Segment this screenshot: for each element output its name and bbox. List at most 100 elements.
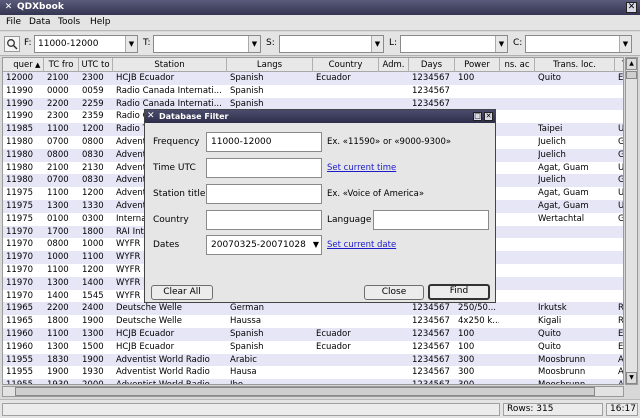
dates-select[interactable]: 20070325-20071028 ▼ xyxy=(206,235,322,255)
station-title-input[interactable] xyxy=(206,184,322,204)
cell-trans-loc: Taipei xyxy=(538,124,563,135)
cell-freq: 11955 xyxy=(6,354,34,365)
cell-t: Ur xyxy=(618,200,624,211)
table-row[interactable]: 11955 1830 1900 Adventist World Radio Arabic… xyxy=(3,353,623,367)
language-input[interactable] xyxy=(373,210,489,230)
cell-time-to: 2259 xyxy=(82,98,104,109)
cell-freq: 12000 xyxy=(6,73,34,83)
cell-days: 1234567 xyxy=(412,341,450,352)
station-filter-select[interactable]: ▼ xyxy=(279,35,384,53)
cell-t: E xyxy=(618,73,624,83)
cell-time-from: 1100 xyxy=(47,124,69,135)
cell-time-from: 2100 xyxy=(47,73,69,83)
column-header-t[interactable]: T xyxy=(615,58,623,72)
language-filter-select[interactable]: ▼ xyxy=(400,35,508,53)
scroll-down-icon[interactable]: ▼ xyxy=(626,372,637,384)
cell-time-to: 0059 xyxy=(82,85,104,96)
cell-langs: Spanish xyxy=(230,341,264,352)
table-row[interactable]: 11960 1100 1300 HCJB Ecuador Spanish Ecuador 1… xyxy=(3,327,624,341)
cell-time-to: 1900 xyxy=(82,316,104,327)
table-row[interactable]: 11955 1900 1930 Adventist World Radio Hausa 1… xyxy=(3,366,623,379)
column-header-trans-loc[interactable]: Trans. loc. xyxy=(535,58,615,72)
set-current-date-link[interactable]: Set current date xyxy=(327,240,396,250)
country-input[interactable] xyxy=(206,210,322,230)
cell-langs: Spanish xyxy=(230,328,264,339)
cell-days: 1234567 xyxy=(412,367,450,378)
chevron-down-icon: ▼ xyxy=(248,36,260,52)
cell-station: HCJB Ecuador xyxy=(116,328,175,339)
column-header-country[interactable]: Country xyxy=(313,58,379,72)
close-icon[interactable]: ✕ xyxy=(484,112,493,121)
window-close-button[interactable]: ✕ xyxy=(626,2,637,13)
column-header-days[interactable]: Days xyxy=(409,58,455,72)
time-filter-select[interactable]: ▼ xyxy=(153,35,261,53)
cell-t: Rw xyxy=(618,316,624,327)
table-row[interactable]: 11955 1930 2000 Adventist World Radio Ibo 123… xyxy=(3,379,623,384)
cell-time-to: 2300 xyxy=(82,73,104,83)
set-current-time-link[interactable]: Set current time xyxy=(327,163,396,173)
cell-freq: 11965 xyxy=(6,316,34,327)
menu-help[interactable]: Help xyxy=(90,17,111,27)
table-header: quer TC fro UTC to Station Langs Country Adm. D… xyxy=(3,58,623,72)
column-header-power[interactable]: Power xyxy=(455,58,500,72)
search-icon[interactable] xyxy=(4,36,20,52)
time-utc-input[interactable] xyxy=(206,158,322,178)
cell-freq: 11975 xyxy=(6,213,34,224)
column-header-station[interactable]: Station xyxy=(113,58,227,72)
horizontal-scrollbar[interactable] xyxy=(2,386,624,397)
cell-freq: 11970 xyxy=(6,290,34,301)
maximize-icon[interactable]: □ xyxy=(473,112,482,121)
scroll-up-icon[interactable]: ▲ xyxy=(626,58,637,70)
find-button[interactable]: Find xyxy=(428,284,490,300)
cell-trans-loc: Wertachtal xyxy=(538,213,585,224)
table-row[interactable]: 12000 2100 2300 HCJB Ecuador Spanish Ecuador 1… xyxy=(3,72,624,85)
cell-freq: 11955 xyxy=(6,367,34,378)
cell-freq: 11960 xyxy=(6,341,34,352)
frequency-filter-select[interactable]: 11000-12000 ▼ xyxy=(34,35,138,53)
cell-trans-loc: Juelich xyxy=(538,175,566,186)
cell-time-to: 1400 xyxy=(82,277,104,288)
cell-langs: Hausa xyxy=(230,367,257,378)
vertical-scroll-thumb[interactable] xyxy=(626,71,637,79)
column-header-langs[interactable]: Langs xyxy=(227,58,313,72)
cell-station: Adventist World Radio xyxy=(116,367,210,378)
language-label: Language xyxy=(327,215,372,225)
cell-freq: 11985 xyxy=(6,124,34,135)
row-count: Rows: 315 xyxy=(503,403,603,416)
country-filter-select[interactable]: ▼ xyxy=(525,35,632,53)
cell-time-from: 1800 xyxy=(47,316,69,327)
window-title: QDXbook xyxy=(17,2,64,12)
cell-t: Ec xyxy=(618,328,624,339)
cell-langs: German xyxy=(230,303,265,314)
cell-freq: 11975 xyxy=(6,188,34,199)
column-header-time-to[interactable]: UTC to xyxy=(79,58,113,72)
table-row[interactable]: 11965 1800 1900 Deutsche Welle Haussa 1234567… xyxy=(3,315,624,328)
cell-time-to: 1100 xyxy=(82,252,104,263)
cell-country: Ecuador xyxy=(316,341,351,352)
cell-langs: Ibo xyxy=(230,379,312,384)
cell-time-to: 0800 xyxy=(82,136,104,147)
table-row[interactable]: 11965 2200 2400 Deutsche Welle German 1234567… xyxy=(3,302,623,316)
cell-power: 250/50... xyxy=(458,303,497,314)
cell-time-from: 1100 xyxy=(47,328,69,339)
column-header-adm[interactable]: Adm. xyxy=(379,58,409,72)
cell-time-to: 2000 xyxy=(82,379,112,384)
table-row[interactable]: 11990 0000 0059 Radio Canada Internati... Sp… xyxy=(3,85,623,98)
close-button[interactable]: Close xyxy=(364,285,424,300)
cell-t: Ur xyxy=(618,188,624,199)
cell-time-from: 1100 xyxy=(47,188,69,199)
vertical-scrollbar[interactable]: ▲ ▼ xyxy=(625,57,638,385)
table-row[interactable]: 11960 1300 1500 HCJB Ecuador Spanish Ecuador 1… xyxy=(3,341,623,354)
column-header-ns-ac[interactable]: ns. ac xyxy=(500,58,535,72)
cell-time-to: 2130 xyxy=(82,162,104,173)
filter-s-label: S: xyxy=(266,38,275,48)
menu-tools[interactable]: Tools xyxy=(58,17,80,27)
menu-data[interactable]: Data xyxy=(29,17,51,27)
frequency-input[interactable]: 11000-12000 xyxy=(206,132,322,152)
menu-file[interactable]: File xyxy=(6,17,21,27)
cell-t: Ge xyxy=(618,149,624,160)
horizontal-scroll-thumb[interactable] xyxy=(15,387,595,396)
column-header-time-from[interactable]: TC fro xyxy=(44,58,79,72)
clear-all-button[interactable]: Clear All xyxy=(151,285,213,300)
cell-freq: 11970 xyxy=(6,226,34,237)
